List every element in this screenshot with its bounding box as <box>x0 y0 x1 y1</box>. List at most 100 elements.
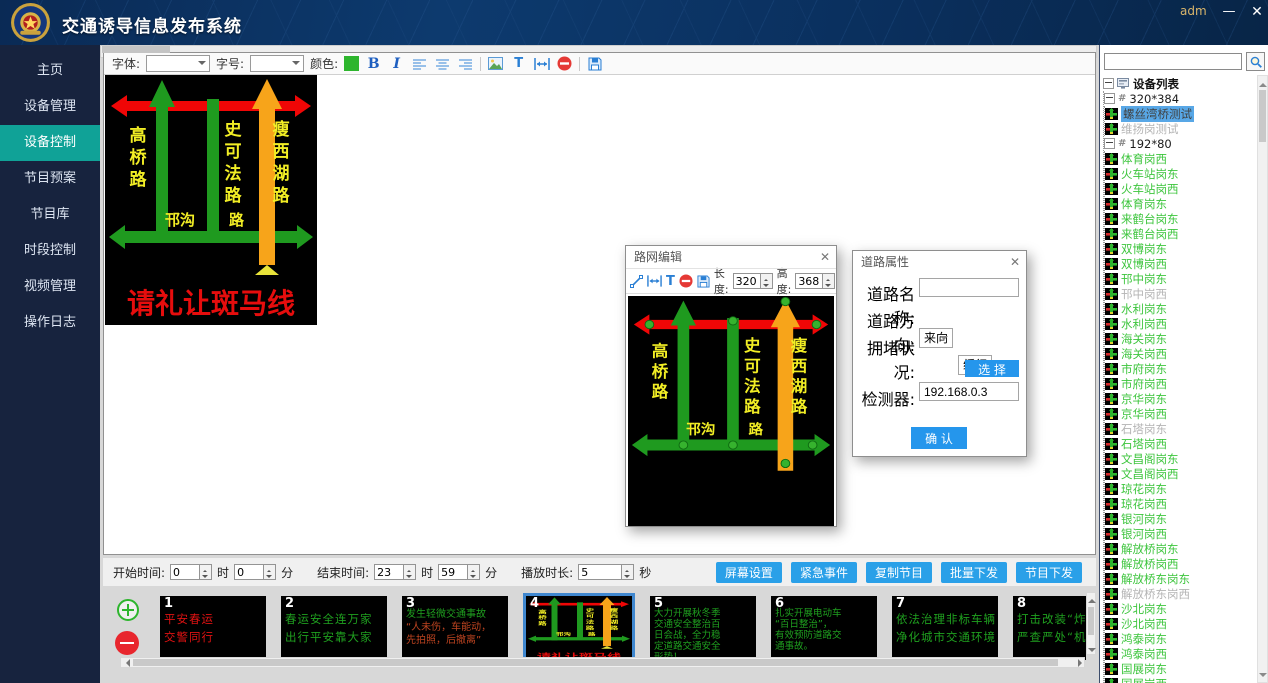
tree-device[interactable]: 体育岗西 <box>1105 151 1255 166</box>
playlist-item-5[interactable]: 5大力开展秋冬季交通安全整治百日会战，全力稳定道路交通安全形势！ <box>650 596 756 660</box>
spin-down-icon[interactable] <box>823 281 834 288</box>
device-name[interactable]: 海关岗西 <box>1121 346 1167 362</box>
logged-in-user[interactable]: adm <box>1180 4 1207 18</box>
align-left-button[interactable] <box>411 55 428 72</box>
playlist-item-7[interactable]: 7依法治理非标车辆净化城市交通环境 <box>892 596 998 660</box>
device-name[interactable]: 文昌阁岗西 <box>1121 466 1179 482</box>
align-right-button[interactable] <box>457 55 474 72</box>
device-name[interactable]: 国展岗西 <box>1121 676 1167 683</box>
device-name[interactable]: 沙北岗西 <box>1121 616 1167 632</box>
scroll-right-icon[interactable] <box>1078 659 1086 667</box>
playlist-item-6[interactable]: 6扎实开展电动车“百日整治”，有效预防道路交通事故。 <box>771 596 877 660</box>
playlist-item-4[interactable]: 4高桥路史可法路瘦西湖路邗沟路请礼让斑马线 <box>523 593 635 665</box>
scroll-down-icon[interactable] <box>1259 673 1267 681</box>
tree-device[interactable]: 市府岗东 <box>1105 361 1255 376</box>
height-input[interactable] <box>795 273 823 289</box>
device-name[interactable]: 邗中岗东 <box>1121 271 1167 287</box>
height-stepper[interactable] <box>795 273 835 289</box>
collapse-icon[interactable] <box>1103 78 1114 89</box>
length-stepper[interactable] <box>733 273 773 289</box>
device-name[interactable]: 京华岗西 <box>1121 406 1167 422</box>
duration-input[interactable] <box>578 564 622 580</box>
spin-up-icon[interactable] <box>622 565 633 572</box>
road-width-button[interactable] <box>533 55 550 72</box>
scroll-up-icon[interactable] <box>1088 595 1096 603</box>
select-detector-button[interactable]: 选 择 <box>965 360 1019 377</box>
device-name[interactable]: 维扬岗测试 <box>1121 121 1179 137</box>
device-name[interactable]: 银河岗东 <box>1121 511 1167 527</box>
collapse-icon[interactable] <box>1104 93 1115 104</box>
delete-button[interactable] <box>679 273 693 290</box>
tree-device[interactable]: 银河岗西 <box>1105 526 1255 541</box>
tree-device[interactable]: 体育岗东 <box>1105 196 1255 211</box>
device-name[interactable]: 体育岗东 <box>1121 196 1167 212</box>
tree-device[interactable]: 琼花岗东 <box>1105 481 1255 496</box>
sidebar-item-7[interactable]: 视频管理 <box>0 269 100 305</box>
tree-device[interactable]: 石塔岗西 <box>1105 436 1255 451</box>
minimize-icon[interactable]: — <box>1218 2 1240 22</box>
playlist-item-8[interactable]: 8打击改装“炸严查严处“机 <box>1013 596 1086 660</box>
device-name[interactable]: 解放桥岗东 <box>1121 541 1179 557</box>
search-button[interactable] <box>1246 52 1265 71</box>
device-name[interactable]: 鸿泰岗东 <box>1121 631 1167 647</box>
close-icon[interactable]: ✕ <box>820 246 830 268</box>
add-program-button[interactable] <box>117 599 139 621</box>
tree-device[interactable]: 火车站岗东 <box>1105 166 1255 181</box>
tree-device[interactable]: 双博岗西 <box>1105 256 1255 271</box>
device-name[interactable]: 琼花岗西 <box>1121 496 1167 512</box>
spin-up-icon[interactable] <box>404 565 415 572</box>
delete-button[interactable] <box>556 55 573 72</box>
dialog-titlebar[interactable]: 道路属性 ✕ <box>853 251 1026 273</box>
save-button[interactable] <box>697 273 710 290</box>
device-name[interactable]: 市府岗西 <box>1121 376 1167 392</box>
sidebar-item-4[interactable]: 节目预案 <box>0 161 100 197</box>
spin-down-icon[interactable] <box>622 572 633 579</box>
spin-up-icon[interactable] <box>468 565 479 572</box>
spin-up-icon[interactable] <box>761 274 772 281</box>
device-name[interactable]: 螺丝湾桥测试 <box>1121 106 1194 122</box>
length-input[interactable] <box>733 273 761 289</box>
insert-text-button[interactable]: T <box>666 273 675 290</box>
device-name[interactable]: 双博岗东 <box>1121 241 1167 257</box>
device-name[interactable]: 石塔岗东 <box>1121 421 1167 437</box>
end-minute-input[interactable] <box>438 564 468 580</box>
playlist-item-2[interactable]: 2春运安全连万家出行平安靠大家 <box>281 596 387 660</box>
close-icon[interactable]: ✕ <box>1010 251 1020 273</box>
playlist-item-1[interactable]: 1平安春运交警同行 <box>160 596 266 660</box>
end-minute-stepper[interactable] <box>438 564 480 580</box>
close-icon[interactable]: ✕ <box>1246 2 1268 22</box>
device-name[interactable]: 京华岗东 <box>1121 391 1167 407</box>
device-name[interactable]: 石塔岗西 <box>1121 436 1167 452</box>
color-swatch[interactable] <box>344 56 359 71</box>
led-sign-preview[interactable]: 高桥路史可法路瘦西湖路邗沟路请礼让斑马线 <box>105 75 317 325</box>
spin-down-icon[interactable] <box>761 281 772 288</box>
tree-device[interactable]: 石塔岗东 <box>1105 421 1255 436</box>
spin-down-icon[interactable] <box>200 572 211 579</box>
tree-device[interactable]: 市府岗西 <box>1105 376 1255 391</box>
device-name[interactable]: 市府岗东 <box>1121 361 1167 377</box>
device-name[interactable]: 来鹤台岗东 <box>1121 211 1179 227</box>
tree-device[interactable]: 海关岗东 <box>1105 331 1255 346</box>
font-family-select[interactable] <box>146 55 210 72</box>
tree-device[interactable]: 双博岗东 <box>1105 241 1255 256</box>
device-name[interactable]: 解放桥岗西 <box>1121 556 1179 572</box>
road-width-button[interactable] <box>647 273 662 290</box>
sidebar-item-1[interactable]: 主页 <box>0 53 100 89</box>
tree-device[interactable]: 国展岗东 <box>1105 661 1255 676</box>
tree-device[interactable]: 沙北岗西 <box>1105 616 1255 631</box>
save-button[interactable] <box>586 55 603 72</box>
device-name[interactable]: 鸿泰岗西 <box>1121 646 1167 662</box>
device-name[interactable]: 解放桥东岗东 <box>1121 571 1190 587</box>
device-name[interactable]: 文昌阁岗东 <box>1121 451 1179 467</box>
panel-vertical-scrollbar[interactable] <box>1257 75 1268 683</box>
device-name[interactable]: 沙北岗东 <box>1121 601 1167 617</box>
device-name[interactable]: 邗中岗西 <box>1121 286 1167 302</box>
spin-up-icon[interactable] <box>264 565 275 572</box>
tree-device[interactable]: 文昌阁岗西 <box>1105 466 1255 481</box>
scroll-up-icon[interactable] <box>1259 79 1267 87</box>
tree-device[interactable]: 来鹤台岗西 <box>1105 226 1255 241</box>
device-name[interactable]: 体育岗西 <box>1121 151 1167 167</box>
device-name[interactable]: 来鹤台岗西 <box>1121 226 1179 242</box>
device-name[interactable]: 琼花岗东 <box>1121 481 1167 497</box>
end-hour-input[interactable] <box>374 564 404 580</box>
